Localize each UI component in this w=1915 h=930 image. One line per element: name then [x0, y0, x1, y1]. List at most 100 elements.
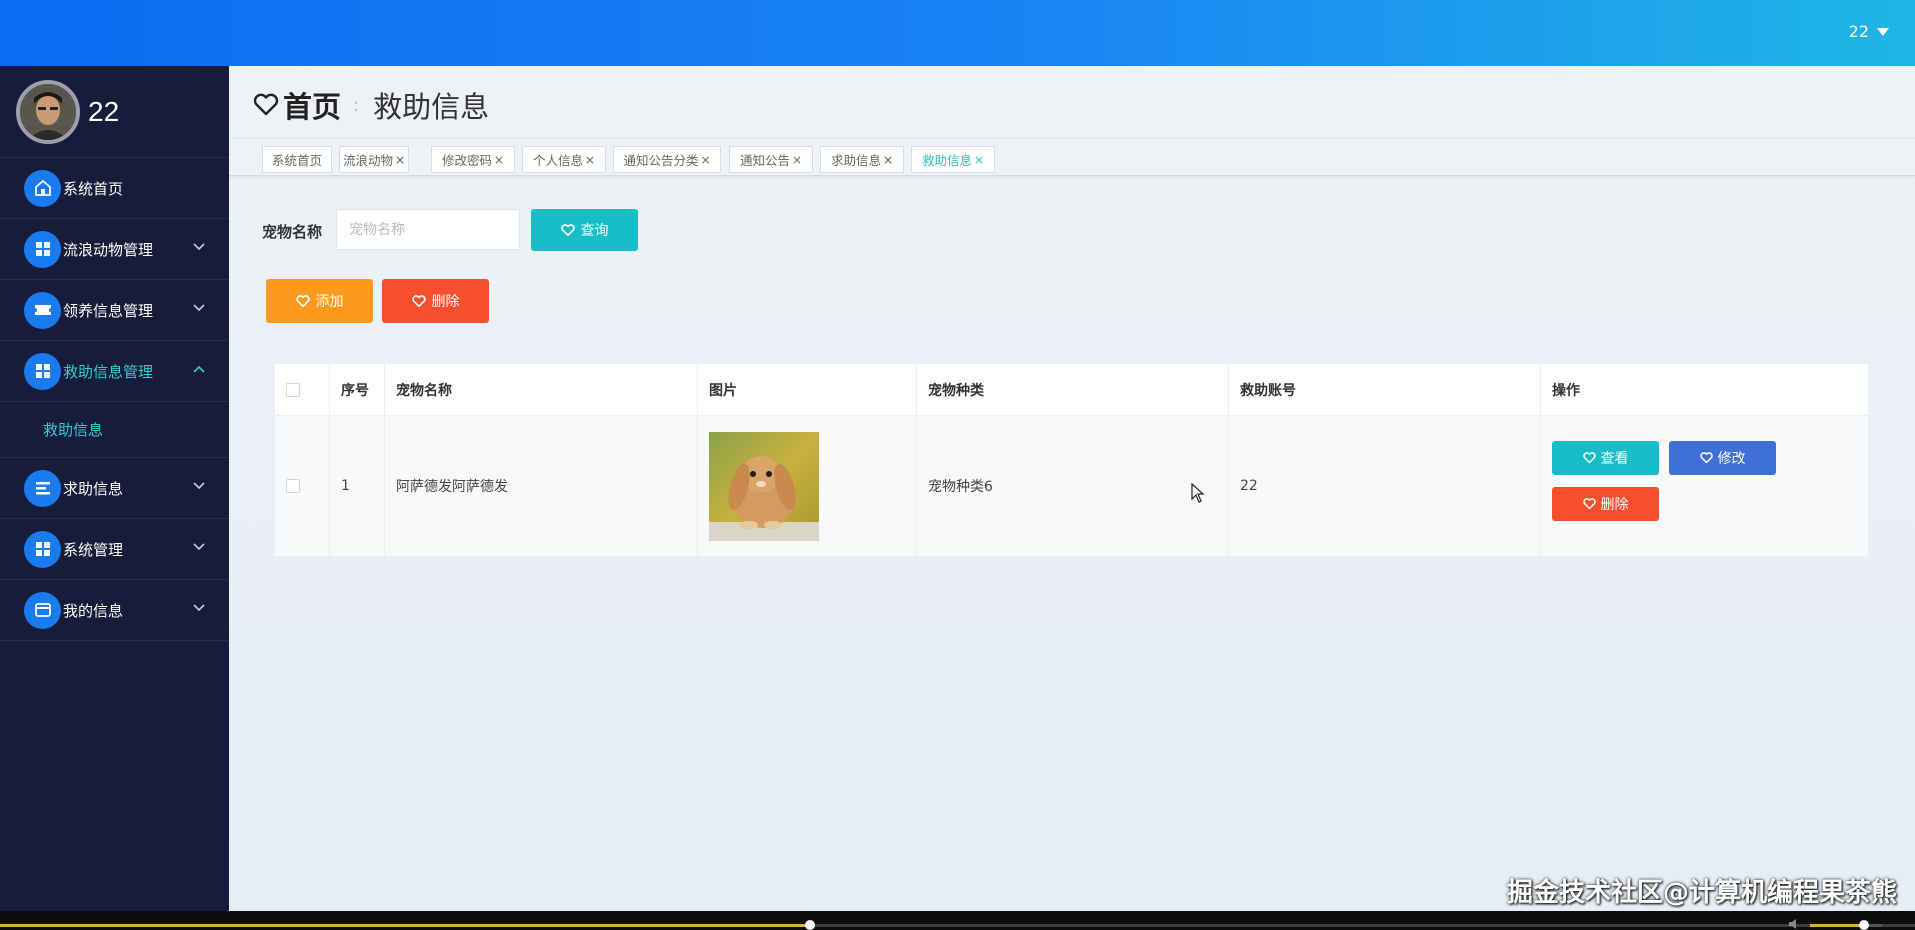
volume-slider[interactable] — [1810, 920, 1882, 930]
tabs-bar: 系统首页 流浪动物 × 修改密码 × 个人信息 × 通知公告分类 × 通知公告 × 求助信… — [229, 138, 1915, 176]
sidebar-item-system[interactable]: 系统管理 — [0, 519, 229, 580]
chevron-down-icon — [193, 604, 205, 612]
sidebar-subitem-rescue-info[interactable]: 救助信息 — [0, 402, 229, 458]
progress-slider[interactable] — [0, 920, 1915, 930]
tab-label: 修改密码 — [441, 153, 492, 168]
breadcrumb-home[interactable]: 首页 — [283, 84, 341, 126]
avatar[interactable] — [16, 79, 80, 144]
table-cell: 宠物种类6 — [917, 416, 1229, 556]
tab-change-password[interactable]: 修改密码 × — [431, 146, 515, 173]
row-pet-name: 阿萨德发阿萨德发 — [396, 479, 508, 495]
chevron-down-icon — [193, 543, 205, 551]
user-dropdown[interactable]: 22 — [1849, 22, 1889, 41]
sidebar-item-label: 我的信息 — [63, 601, 124, 620]
sidebar: 22 系统首页 流浪动物管理 领养信息管理 救助信息管理 救助信息 求助信息 系… — [0, 66, 229, 911]
breadcrumb-separator: : — [353, 94, 360, 116]
close-icon[interactable]: × — [974, 153, 984, 167]
close-icon[interactable]: × — [883, 153, 893, 167]
heart-icon — [1699, 452, 1713, 464]
row-pet-type: 宠物种类6 — [928, 479, 993, 495]
tab-notice[interactable]: 通知公告 × — [729, 146, 813, 173]
row-delete-button-label: 删除 — [1600, 497, 1629, 513]
pet-image[interactable] — [709, 431, 819, 541]
column-header-label: 宠物种类 — [928, 382, 984, 399]
tab-label: 系统首页 — [271, 153, 322, 168]
sidebar-item-label: 求助信息 — [63, 479, 124, 498]
sidebar-item-label: 系统管理 — [63, 540, 124, 559]
chevron-down-icon — [193, 482, 205, 490]
tab-label: 个人信息 — [532, 153, 583, 168]
grid-icon — [24, 352, 61, 390]
edit-button-label: 修改 — [1717, 451, 1746, 467]
volume-fill — [1810, 924, 1864, 927]
add-button[interactable]: 添加 — [266, 279, 373, 323]
breadcrumb-current: 救助信息 — [373, 90, 490, 124]
progress-knob[interactable] — [805, 920, 816, 930]
add-button-label: 添加 — [315, 294, 344, 310]
progress-fill — [0, 924, 811, 927]
column-header-label: 序号 — [341, 382, 369, 399]
grid-icon — [24, 530, 61, 568]
tab-label: 通知公告 — [739, 153, 790, 168]
column-header: 宠物名称 — [385, 364, 698, 416]
sidebar-item-label: 流浪动物管理 — [63, 240, 154, 259]
search-button[interactable]: 查询 — [531, 209, 638, 251]
card-icon — [24, 591, 61, 629]
list-icon — [24, 469, 61, 507]
tab-rescue-info[interactable]: 救助信息 × — [911, 146, 995, 173]
table-cell: 1 — [330, 416, 385, 556]
close-icon[interactable]: × — [700, 153, 710, 167]
close-icon[interactable]: × — [792, 153, 802, 167]
row-select — [275, 416, 330, 556]
chevron-up-icon — [193, 365, 205, 373]
tab-notice-category[interactable]: 通知公告分类 × — [613, 146, 721, 173]
row-delete-button[interactable]: 删除 — [1552, 487, 1659, 521]
close-icon[interactable]: × — [395, 153, 405, 167]
sidebar-item-rescue[interactable]: 救助信息管理 — [0, 341, 229, 402]
heart-icon — [560, 223, 575, 236]
sidebar-item-home[interactable]: 系统首页 — [0, 158, 229, 219]
sidebar-item-stray-animals[interactable]: 流浪动物管理 — [0, 219, 229, 280]
profile: 22 — [0, 66, 229, 158]
column-header-label: 图片 — [709, 382, 737, 399]
heart-icon — [411, 294, 426, 307]
batch-delete-button[interactable]: 删除 — [382, 279, 489, 323]
delete-button-label: 删除 — [431, 294, 460, 310]
view-button[interactable]: 查看 — [1552, 441, 1659, 475]
close-icon[interactable]: × — [494, 153, 504, 167]
edit-button[interactable]: 修改 — [1669, 441, 1776, 475]
sidebar-subitem-label: 救助信息 — [43, 421, 104, 439]
volume-knob[interactable] — [1859, 920, 1869, 930]
tab-label: 流浪动物 — [342, 153, 393, 168]
column-header-label: 操作 — [1552, 382, 1580, 399]
sidebar-item-label: 系统首页 — [63, 179, 124, 198]
tab-help-info[interactable]: 求助信息 × — [820, 146, 904, 173]
breadcrumb: 首页 : 救助信息 — [253, 84, 489, 126]
chevron-down-icon — [193, 304, 205, 312]
table-cell: 22 — [1229, 416, 1541, 556]
sidebar-item-adoption[interactable]: 领养信息管理 — [0, 280, 229, 341]
heart-icon — [1582, 498, 1596, 510]
tab-stray-animals[interactable]: 流浪动物 × — [339, 146, 409, 173]
column-header: 救助账号 — [1229, 364, 1541, 416]
volume-icon[interactable] — [1788, 918, 1802, 930]
mouse-cursor-icon — [1191, 483, 1205, 503]
sidebar-item-help[interactable]: 求助信息 — [0, 458, 229, 519]
column-header: 操作 — [1541, 364, 1868, 416]
pet-name-search-input[interactable] — [336, 209, 520, 250]
row-checkbox[interactable] — [286, 479, 300, 493]
grid-icon — [24, 230, 61, 268]
select-all-checkbox[interactable] — [286, 382, 300, 397]
close-icon[interactable]: × — [585, 153, 595, 167]
heart-icon — [253, 93, 279, 116]
sidebar-item-my-info[interactable]: 我的信息 — [0, 580, 229, 641]
tab-personal-info[interactable]: 个人信息 × — [522, 146, 606, 173]
tab-system-home[interactable]: 系统首页 — [262, 146, 332, 173]
main-content: 首页 : 救助信息 系统首页 流浪动物 × 修改密码 × 个人信息 × 通知公告分类 ×… — [229, 66, 1915, 911]
watermark: 掘金技术社区@计算机编程果茶熊 — [1506, 878, 1897, 908]
search-label: 宠物名称 — [262, 223, 323, 241]
view-button-label: 查看 — [1600, 451, 1629, 467]
column-header-label: 救助账号 — [1240, 382, 1296, 399]
sidebar-item-label: 领养信息管理 — [63, 301, 154, 320]
video-player-bar — [0, 911, 1915, 930]
